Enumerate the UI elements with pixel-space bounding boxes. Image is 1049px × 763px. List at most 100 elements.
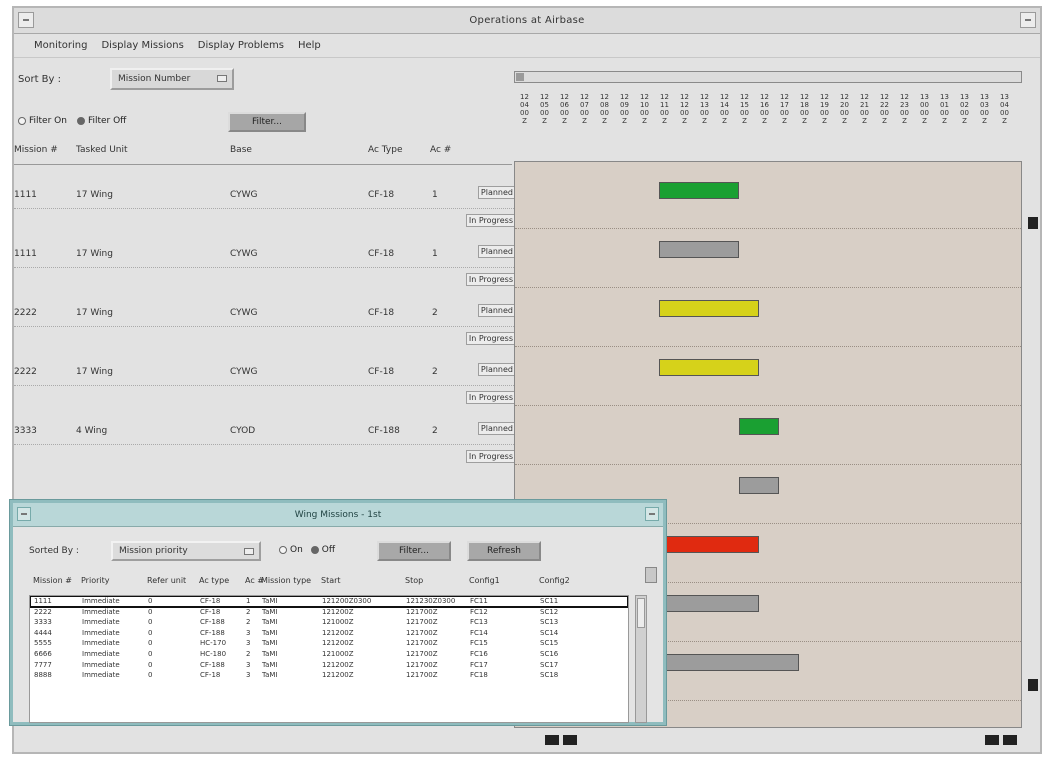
- header-ac-type: Ac Type: [368, 145, 403, 155]
- mission-bar-yellow[interactable]: [659, 300, 759, 317]
- planned-label: Planned: [477, 363, 516, 376]
- mw-off-radio[interactable]: Off: [310, 545, 335, 555]
- window-menu-button[interactable]: [17, 507, 31, 521]
- mission-bar-gray[interactable]: [659, 595, 759, 612]
- time-tick-part: 00: [700, 109, 709, 117]
- gantt-vertical-scrollbar[interactable]: [1026, 205, 1040, 705]
- mission-bar-gray[interactable]: [739, 477, 779, 494]
- window-title: Operations at Airbase: [469, 15, 585, 26]
- table-cell: SC15: [540, 639, 559, 648]
- table-cell: CF-188: [200, 618, 225, 627]
- mw-on-radio[interactable]: On: [279, 545, 303, 555]
- table-row[interactable]: 5555 Immediate 0 HC-170 3 TaMI 121200Z 121700Z F…: [30, 638, 628, 649]
- scroll-left-icon[interactable]: [563, 735, 577, 745]
- time-tick-part: Z: [922, 117, 927, 125]
- table-cell: 2222: [34, 607, 52, 616]
- sort-dropdown[interactable]: Mission Number: [110, 68, 234, 90]
- time-tick-part: 00: [940, 109, 949, 117]
- table-row[interactable]: 2222 Immediate 0 CF-18 2 TaMI 121200Z 121700Z FC…: [30, 607, 628, 618]
- mission-row[interactable]: 1111 17 Wing CYWG CF-18 1 Planned In Progress: [14, 229, 516, 288]
- radio-selected-icon: [310, 546, 319, 554]
- mission-row[interactable]: 3333 4 Wing CYOD CF-188 2 Planned In Progress: [14, 406, 516, 465]
- mission-bar-green[interactable]: [659, 182, 739, 199]
- title-bar[interactable]: Operations at Airbase: [14, 8, 1040, 34]
- refresh-button[interactable]: Refresh: [467, 541, 541, 561]
- priority-sort-dropdown[interactable]: Mission priority: [111, 541, 261, 561]
- time-tick: 12 04 00 Z: [518, 93, 531, 125]
- time-tick-part: 12: [520, 93, 529, 101]
- gantt-horizontal-scrollbar[interactable]: [545, 733, 1025, 747]
- table-cell: CF-188: [200, 660, 225, 669]
- table-row-selected[interactable]: 1111 Immediate 0 CF-18 1 TaMI 121200Z0300 12123…: [30, 596, 628, 608]
- mission-row[interactable]: 2222 17 Wing CYWG CF-18 2 Planned In Progress: [14, 288, 516, 347]
- table-row[interactable]: 6666 Immediate 0 HC-180 2 TaMI 121000Z 121700Z F…: [30, 649, 628, 660]
- table-cell: 121700Z: [406, 639, 438, 648]
- mission-bar-red[interactable]: [659, 536, 759, 553]
- table-cell: 0: [148, 597, 153, 605]
- minimize-button[interactable]: [645, 507, 659, 521]
- table-row[interactable]: 4444 Immediate 0 CF-188 3 TaMI 121200Z 121700Z F…: [30, 628, 628, 639]
- wing-missions-header: Config1: [469, 576, 500, 585]
- mission-bar-gray[interactable]: [659, 241, 739, 258]
- table-cell: 121200Z: [322, 607, 354, 616]
- mission-unit: 17 Wing: [76, 367, 113, 377]
- wing-missions-scrollbar[interactable]: [635, 595, 647, 723]
- scroll-down-arrow-icon[interactable]: [1028, 679, 1038, 691]
- table-row[interactable]: 3333 Immediate 0 CF-188 2 TaMI 121000Z 121700Z F…: [30, 617, 628, 628]
- sorted-by-label: Sorted By :: [29, 546, 79, 556]
- scroll-thumb[interactable]: [637, 598, 645, 628]
- table-cell: CF-18: [200, 597, 221, 605]
- table-cell: TaMI: [262, 597, 278, 605]
- mission-unit: 17 Wing: [76, 190, 113, 200]
- mw-filter-button[interactable]: Filter...: [377, 541, 451, 561]
- table-cell: 121700Z: [406, 618, 438, 627]
- mission-ac-type: CF-18: [368, 190, 395, 200]
- time-tick-part: 01: [940, 101, 949, 109]
- mission-row[interactable]: 2222 17 Wing CYWG CF-18 2 Planned In Progress: [14, 347, 516, 406]
- time-tick-part: Z: [542, 117, 547, 125]
- table-cell: FC13: [470, 618, 488, 627]
- table-cell: 121000Z: [322, 649, 354, 658]
- table-cell: 121200Z: [322, 660, 354, 669]
- time-tick-part: 00: [960, 109, 969, 117]
- minimize-button[interactable]: [1020, 12, 1036, 28]
- scroll-left-first-icon[interactable]: [545, 735, 559, 745]
- scroll-right-last-icon[interactable]: [1003, 735, 1017, 745]
- time-tick: 12 10 00 Z: [638, 93, 651, 125]
- in-progress-label: In Progress: [465, 332, 516, 345]
- window-menu-button[interactable]: [18, 12, 34, 28]
- planned-label: Planned: [477, 186, 516, 199]
- mission-bar-yellow[interactable]: [659, 359, 759, 376]
- scroll-thumb[interactable]: [516, 73, 524, 81]
- mission-row[interactable]: 1111 17 Wing CYWG CF-18 1 Planned In Progress: [14, 170, 516, 229]
- mission-bar-gray[interactable]: [659, 654, 799, 671]
- table-cell: 6666: [34, 649, 52, 658]
- table-cell: 3: [246, 628, 251, 637]
- time-tick-part: 10: [640, 101, 649, 109]
- time-tick: 13 01 00 Z: [938, 93, 951, 125]
- mission-id: 2222: [14, 308, 37, 318]
- table-row[interactable]: 8888 Immediate 0 CF-18 3 TaMI 121200Z 121700Z FC…: [30, 670, 628, 681]
- scroll-right-icon[interactable]: [985, 735, 999, 745]
- wing-missions-title-bar[interactable]: Wing Missions - 1st: [13, 503, 663, 527]
- scroll-up-arrow-icon[interactable]: [1028, 217, 1038, 229]
- time-tick-part: Z: [882, 117, 887, 125]
- time-scrollbar[interactable]: [514, 71, 1022, 83]
- time-tick-part: 06: [560, 101, 569, 109]
- mission-base: CYWG: [230, 249, 258, 259]
- mission-bar-green[interactable]: [739, 418, 779, 435]
- time-tick: 12 20 00 Z: [838, 93, 851, 125]
- filter-button[interactable]: Filter...: [228, 112, 306, 132]
- time-tick-part: 13: [1000, 93, 1009, 101]
- filter-off-radio[interactable]: Filter Off: [76, 116, 126, 126]
- filter-on-radio[interactable]: Filter On: [18, 116, 67, 126]
- table-cell: Immediate: [82, 618, 120, 627]
- time-tick-part: 12: [760, 93, 769, 101]
- wing-missions-header: Refer unit: [147, 576, 187, 585]
- table-row[interactable]: 7777 Immediate 0 CF-188 3 TaMI 121200Z 121700Z F…: [30, 660, 628, 671]
- wing-missions-header: Mission #: [33, 576, 72, 585]
- time-tick-part: 09: [620, 101, 629, 109]
- table-cell: 121200Z: [322, 628, 354, 637]
- time-tick-part: 00: [780, 109, 789, 117]
- table-cell: 3: [246, 671, 251, 680]
